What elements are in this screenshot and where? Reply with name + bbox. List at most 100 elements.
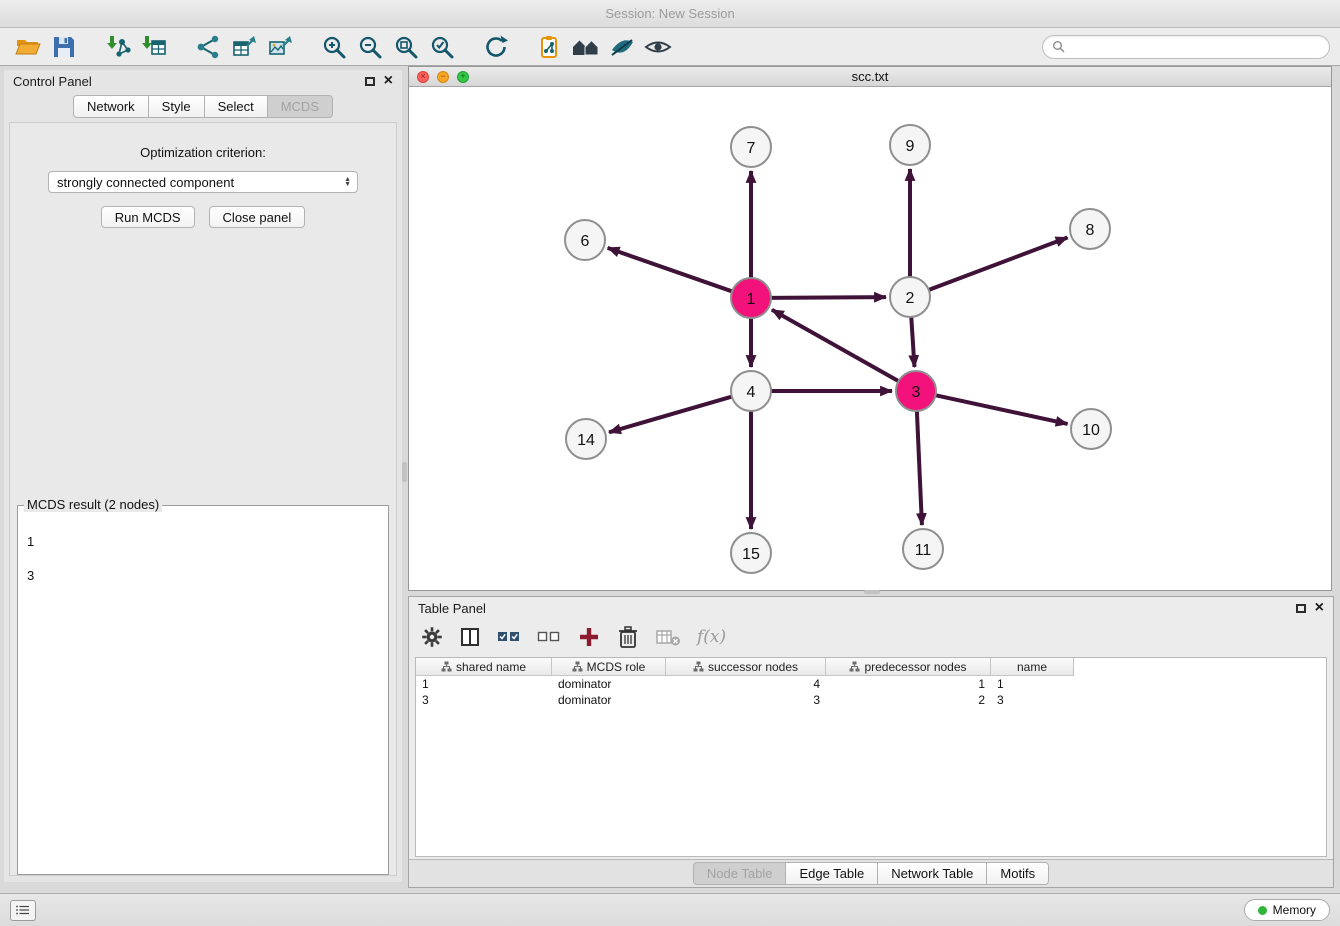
graph-node-label: 8 [1086, 222, 1095, 239]
vertical-splitter-handle[interactable] [402, 462, 407, 482]
memory-button[interactable]: Memory [1244, 899, 1330, 921]
graph-node-1[interactable]: 1 [731, 278, 771, 318]
function-builder-button[interactable]: f(x) [697, 623, 726, 651]
cell-name[interactable]: 1 [991, 677, 1074, 691]
graph-node-8[interactable]: 8 [1070, 209, 1110, 249]
deselect-all-button[interactable] [537, 623, 561, 651]
column-header-successor-nodes[interactable]: successor nodes [666, 658, 826, 676]
cell-shared-name[interactable]: 1 [416, 677, 552, 691]
graph-node-9[interactable]: 9 [890, 125, 930, 165]
tab-network[interactable]: Network [73, 95, 149, 118]
list-icon [14, 903, 32, 917]
sort-hierarchy-icon [693, 661, 704, 672]
graph-edge-3-11[interactable] [917, 409, 922, 525]
import-table-button[interactable] [136, 31, 172, 63]
tab-mcds[interactable]: MCDS [267, 95, 333, 118]
graph-node-11[interactable]: 11 [903, 529, 943, 569]
zoom-in-button[interactable] [316, 31, 352, 63]
column-header-mcds-role[interactable]: MCDS role [552, 658, 666, 676]
table-row[interactable]: 3 dominator 3 2 3 [416, 692, 1326, 708]
graph-node-14[interactable]: 14 [566, 419, 606, 459]
apply-layout-button[interactable] [478, 31, 514, 63]
cell-mcds-role[interactable]: dominator [552, 677, 666, 691]
cell-successor-nodes[interactable]: 3 [666, 693, 826, 707]
tab-motifs[interactable]: Motifs [986, 862, 1049, 885]
close-panel-button[interactable]: Close panel [209, 206, 306, 228]
zoom-selected-button[interactable] [424, 31, 460, 63]
control-panel: Control Panel × Network Style Select MCD… [4, 70, 402, 882]
table-settings-button[interactable] [421, 623, 443, 651]
graph-edge-2-8[interactable] [927, 237, 1068, 290]
select-all-button[interactable] [497, 623, 521, 651]
graph-node-4[interactable]: 4 [731, 371, 771, 411]
network-canvas[interactable]: 7 9 6 8 1 2 4 3 14 10 15 11 [409, 87, 1331, 590]
network-clipboard-button[interactable] [532, 31, 568, 63]
show-hide-button[interactable] [640, 31, 676, 63]
network-graph[interactable]: 7 9 6 8 1 2 4 3 14 10 15 11 [409, 87, 1331, 590]
float-table-panel-icon[interactable] [1296, 604, 1306, 613]
close-panel-icon[interactable]: × [384, 73, 393, 89]
zoom-window-icon[interactable]: + [457, 71, 469, 83]
save-session-button[interactable] [46, 31, 82, 63]
zoom-out-button[interactable] [352, 31, 388, 63]
graph-edge-3-1[interactable] [772, 310, 900, 382]
cell-shared-name[interactable]: 3 [416, 693, 552, 707]
graph-edge-4-14[interactable] [609, 396, 734, 432]
new-network-button[interactable] [190, 31, 226, 63]
add-column-button[interactable] [577, 623, 601, 651]
import-network-button[interactable] [100, 31, 136, 63]
close-table-panel-icon[interactable]: × [1315, 600, 1324, 616]
main-toolbar [0, 28, 1340, 66]
zoom-out-icon [357, 34, 383, 60]
network-window-titlebar[interactable]: scc.txt × − + [409, 67, 1331, 87]
cell-mcds-role[interactable]: dominator [552, 693, 666, 707]
tab-select[interactable]: Select [204, 95, 268, 118]
horizontal-splitter-handle[interactable] [864, 590, 880, 594]
show-columns-button[interactable] [459, 623, 481, 651]
tab-network-table[interactable]: Network Table [877, 862, 987, 885]
cell-name[interactable]: 3 [991, 693, 1074, 707]
column-header-name[interactable]: name [991, 658, 1074, 676]
minimize-window-icon[interactable]: − [437, 71, 449, 83]
zoom-selected-icon [429, 34, 455, 60]
tab-style[interactable]: Style [148, 95, 205, 118]
tab-node-table[interactable]: Node Table [693, 862, 787, 885]
graph-node-6[interactable]: 6 [565, 220, 605, 260]
criterion-dropdown[interactable]: strongly connected component ▲▼ [48, 171, 358, 193]
sort-hierarchy-icon [441, 661, 452, 672]
tab-edge-table[interactable]: Edge Table [785, 862, 878, 885]
graph-node-2[interactable]: 2 [890, 277, 930, 317]
first-neighbors-button[interactable] [568, 31, 604, 63]
search-box [1042, 35, 1330, 59]
delete-table-button[interactable] [655, 623, 681, 651]
column-header-predecessor-nodes[interactable]: predecessor nodes [826, 658, 991, 676]
column-header-shared-name[interactable]: shared name [416, 658, 552, 676]
fx-icon: f(x) [697, 627, 726, 647]
graph-edge-3-10[interactable] [934, 395, 1068, 424]
zoom-fit-button[interactable] [388, 31, 424, 63]
node-table: shared name MCDS role successor nodes pr… [415, 657, 1327, 857]
float-panel-icon[interactable] [365, 77, 375, 86]
graph-edge-1-6[interactable] [608, 248, 734, 292]
graph-node-7[interactable]: 7 [731, 127, 771, 167]
export-table-button[interactable] [226, 31, 262, 63]
cell-successor-nodes[interactable]: 4 [666, 677, 826, 691]
criterion-dropdown-value: strongly connected component [57, 175, 234, 190]
graph-edge-1-2[interactable] [769, 297, 886, 298]
cell-predecessor-nodes[interactable]: 1 [826, 677, 991, 691]
graph-edge-2-3[interactable] [911, 315, 914, 367]
import-table-icon [141, 34, 167, 60]
graph-node-15[interactable]: 15 [731, 533, 771, 573]
style-button[interactable] [604, 31, 640, 63]
close-window-icon[interactable]: × [417, 71, 429, 83]
task-history-button[interactable] [10, 900, 36, 921]
cell-predecessor-nodes[interactable]: 2 [826, 693, 991, 707]
graph-node-3[interactable]: 3 [896, 371, 936, 411]
delete-column-button[interactable] [617, 623, 639, 651]
export-image-button[interactable] [262, 31, 298, 63]
graph-node-10[interactable]: 10 [1071, 409, 1111, 449]
table-row[interactable]: 1 dominator 4 1 1 [416, 676, 1326, 692]
search-input[interactable] [1070, 39, 1320, 54]
run-mcds-button[interactable]: Run MCDS [101, 206, 195, 228]
open-session-button[interactable] [10, 31, 46, 63]
